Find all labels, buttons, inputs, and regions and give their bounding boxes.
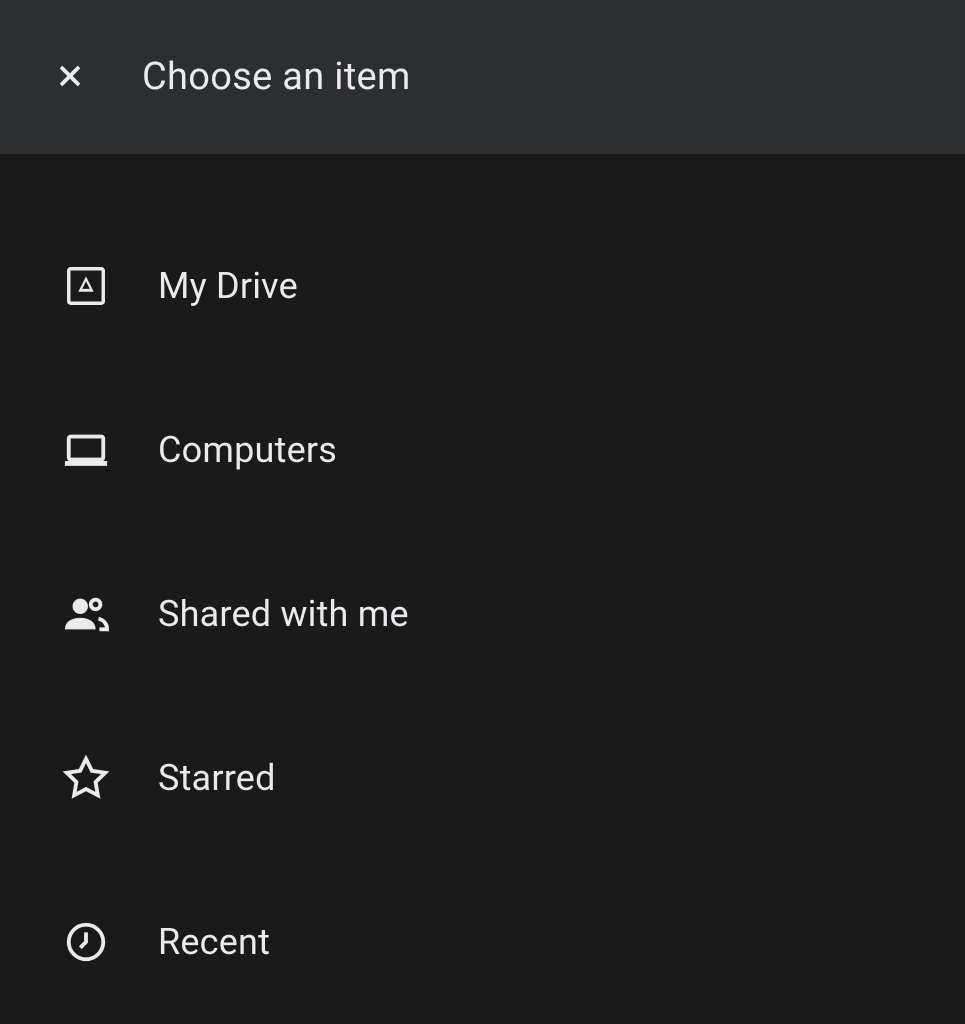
- list-item-label: My Drive: [158, 265, 298, 307]
- shared-icon: [62, 590, 110, 638]
- close-button[interactable]: [50, 57, 90, 97]
- drive-icon: [62, 262, 110, 310]
- list-item-recent[interactable]: Recent: [0, 860, 965, 1024]
- content-list: My Drive Computers Shared with me: [0, 154, 965, 1024]
- list-item-starred[interactable]: Starred: [0, 696, 965, 860]
- close-icon: [52, 58, 88, 97]
- header: Choose an item: [0, 0, 965, 154]
- list-item-shared-with-me[interactable]: Shared with me: [0, 532, 965, 696]
- list-item-label: Starred: [158, 757, 276, 799]
- starred-icon: [62, 754, 110, 802]
- list-item-label: Computers: [158, 429, 337, 471]
- list-item-computers[interactable]: Computers: [0, 368, 965, 532]
- list-item-label: Shared with me: [158, 593, 409, 635]
- header-title: Choose an item: [142, 55, 411, 99]
- recent-icon: [62, 918, 110, 966]
- list-item-my-drive[interactable]: My Drive: [0, 204, 965, 368]
- computers-icon: [62, 426, 110, 474]
- list-item-label: Recent: [158, 921, 270, 963]
